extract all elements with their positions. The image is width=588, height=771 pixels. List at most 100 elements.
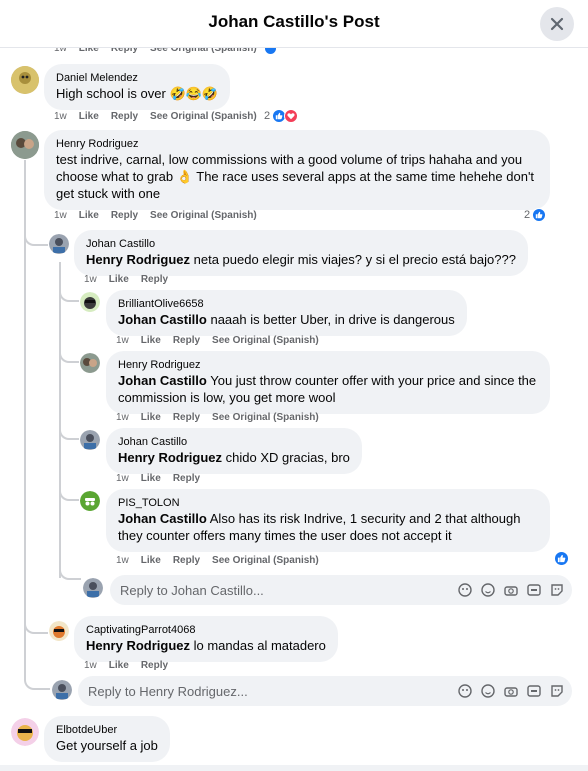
mention-link[interactable]: Henry Rodriguez — [86, 638, 190, 653]
reply-button[interactable]: Reply — [173, 335, 200, 346]
emoji-icon[interactable] — [480, 583, 495, 598]
post-header: Johan Castillo's Post — [0, 0, 588, 48]
reaction-count[interactable]: 2 — [264, 109, 299, 123]
timestamp[interactable]: 1w — [54, 210, 67, 221]
comment-author[interactable]: CaptivatingParrot4068 — [86, 623, 326, 637]
close-icon — [550, 17, 564, 31]
thread-connector — [59, 428, 79, 440]
camera-icon[interactable] — [503, 684, 518, 699]
comment-text: Johan Castillo naaah is better Uber, in … — [118, 311, 455, 328]
timestamp[interactable]: 1w — [84, 660, 97, 671]
see-original-button[interactable]: See Original (Spanish) — [150, 111, 257, 122]
gif-icon[interactable] — [526, 583, 541, 598]
comment-body: naaah is better Uber, in drive is danger… — [206, 312, 455, 327]
avatar[interactable] — [49, 234, 69, 254]
like-button[interactable]: Like — [141, 335, 161, 346]
timestamp[interactable]: 1w — [116, 335, 129, 346]
comment-text: Get yourself a job — [56, 738, 158, 753]
reaction-number: 2 — [264, 110, 271, 122]
see-original-button[interactable]: See Original (Spanish) — [212, 412, 319, 423]
comment-actions: 1w Like Reply — [84, 660, 168, 671]
comment-bubble: Henry Rodriguez Johan Castillo You just … — [106, 351, 550, 414]
comment-author[interactable]: Daniel Melendez — [56, 71, 218, 85]
thread-connector — [24, 676, 50, 690]
see-original-button[interactable]: See Original (Spanish) — [150, 210, 257, 221]
comment-text: High school is over 🤣😂🤣 — [56, 86, 218, 101]
mention-link[interactable]: Henry Rodriguez — [118, 450, 222, 465]
comment-bubble: PIS_TOLON Johan Castillo Also has its ri… — [106, 489, 550, 552]
reaction-count[interactable]: 2 — [524, 208, 547, 222]
mention-link[interactable]: Johan Castillo — [118, 312, 207, 327]
reply-input[interactable]: Reply to Henry Rodriguez... — [78, 676, 572, 706]
comment-text: test indrive, carnal, low commissions wi… — [56, 152, 535, 201]
avatar[interactable] — [80, 292, 100, 312]
reply-placeholder: Reply to Johan Castillo... — [120, 582, 264, 598]
timestamp[interactable]: 1w — [116, 555, 129, 566]
timestamp[interactable]: 1w — [116, 473, 129, 484]
comment-author[interactable]: BrilliantOlive6658 — [118, 297, 455, 311]
reply-button[interactable]: Reply — [173, 473, 200, 484]
comment-author[interactable]: ElbotdeUber — [56, 723, 158, 737]
like-button[interactable]: Like — [141, 473, 161, 484]
timestamp[interactable]: 1w — [84, 274, 97, 285]
like-reaction-icon[interactable] — [554, 551, 569, 566]
like-button[interactable]: Like — [79, 210, 99, 221]
reply-tools — [457, 684, 572, 699]
reply-tools — [457, 583, 572, 598]
comment-body: chido XD gracias, bro — [222, 450, 350, 465]
reply-input[interactable]: Reply to Johan Castillo... — [110, 575, 572, 605]
comment-bubble: Daniel Melendez High school is over 🤣😂🤣 — [44, 64, 230, 110]
avatar[interactable] — [11, 718, 39, 746]
thread-connector — [59, 350, 79, 363]
reply-button[interactable]: Reply — [173, 412, 200, 423]
reply-placeholder: Reply to Henry Rodriguez... — [88, 683, 248, 699]
see-original-button[interactable]: See Original (Spanish) — [212, 555, 319, 566]
avatar[interactable] — [49, 621, 69, 641]
mention-link[interactable]: Henry Rodriguez — [86, 252, 190, 267]
sticker-icon[interactable] — [549, 583, 564, 598]
comment-body: neta puedo elegir mis viajes? y si el pr… — [190, 252, 516, 267]
comment-author[interactable]: Henry Rodriguez — [56, 137, 538, 151]
avatar[interactable] — [11, 66, 39, 94]
reply-button[interactable]: Reply — [111, 210, 138, 221]
timestamp[interactable]: 1w — [54, 111, 67, 122]
avatar[interactable] — [80, 491, 100, 511]
like-button[interactable]: Like — [141, 412, 161, 423]
comment-bubble: Johan Castillo Henry Rodriguez neta pued… — [74, 230, 528, 276]
camera-icon[interactable] — [503, 583, 518, 598]
avatar-sticker-icon[interactable] — [457, 583, 472, 598]
comment-author[interactable]: Henry Rodriguez — [118, 358, 538, 372]
gif-icon[interactable] — [526, 684, 541, 699]
comment-author[interactable]: Johan Castillo — [86, 237, 516, 251]
avatar-sticker-icon[interactable] — [457, 684, 472, 699]
comment-actions: 1w Like Reply See Original (Spanish) — [54, 210, 257, 221]
mention-link[interactable]: Johan Castillo — [118, 373, 207, 388]
emoji-icon[interactable] — [480, 684, 495, 699]
avatar[interactable] — [80, 353, 100, 373]
like-reaction-icon — [532, 208, 547, 222]
like-button[interactable]: Like — [109, 660, 129, 671]
comment-actions: 1w Like Reply See Original (Spanish) — [116, 555, 319, 566]
close-button[interactable] — [540, 7, 574, 41]
comment-actions: 1w Like Reply — [84, 274, 168, 285]
mention-link[interactable]: Johan Castillo — [118, 511, 207, 526]
see-original-button[interactable]: See Original (Spanish) — [212, 335, 319, 346]
reply-button[interactable]: Reply — [111, 111, 138, 122]
avatar[interactable] — [11, 131, 39, 159]
like-button[interactable]: Like — [109, 274, 129, 285]
like-button[interactable]: Like — [79, 111, 99, 122]
thread-connector — [24, 622, 48, 634]
reply-button[interactable]: Reply — [173, 555, 200, 566]
comment-author[interactable]: Johan Castillo — [118, 435, 350, 449]
reply-button[interactable]: Reply — [141, 274, 168, 285]
comment-actions: 1w Like Reply — [116, 473, 200, 484]
avatar[interactable] — [80, 430, 100, 450]
reply-button[interactable]: Reply — [141, 660, 168, 671]
reaction-number: 2 — [524, 209, 531, 221]
like-button[interactable]: Like — [141, 555, 161, 566]
comment-author[interactable]: PIS_TOLON — [118, 496, 538, 510]
comment-text: Henry Rodriguez neta puedo elegir mis vi… — [86, 251, 516, 268]
timestamp[interactable]: 1w — [116, 412, 129, 423]
sticker-icon[interactable] — [549, 684, 564, 699]
comment-body: lo mandas al matadero — [190, 638, 326, 653]
